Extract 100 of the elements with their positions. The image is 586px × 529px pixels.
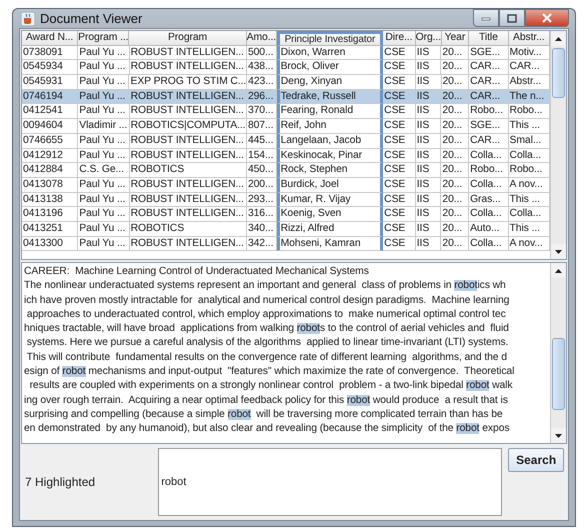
table-cell: Mohseni, Kamran (276, 236, 384, 252)
table-cell: 20... (441, 90, 470, 104)
table-cell: 20... (441, 192, 470, 208)
table-cell: Paul Yu ... (78, 236, 130, 252)
table-row[interactable]: 0545934 Paul Yu ... ROBUST INTELLIGEN... 438... Brock, Oliver CSE IIS 20... CAR... CAR... (22, 60, 550, 76)
text-line: ing over rough terrain. Acquiring a near optimal feedback policy for this robot would produce a result that is (24, 394, 509, 408)
column-header[interactable]: Award N... (22, 31, 78, 46)
table-cell: ROBUST INTELLIGEN... (130, 90, 247, 104)
table-row[interactable]: 0746194 Paul Yu ... ROBUST INTELLIGEN... 296... Tedrake, Russell CSE IIS 20... CAR... The n... (22, 90, 550, 104)
table-cell: 20... (441, 148, 470, 164)
table-cell: CSE (383, 134, 416, 148)
table-cell: CSE (383, 90, 416, 104)
table-cell: Colla... (469, 207, 509, 222)
table-cell: Koenig, Sven (276, 207, 384, 222)
table-cell: ROBUST INTELLIGEN... (130, 192, 247, 208)
column-header[interactable]: Year (442, 31, 470, 46)
table-cell: 20... (441, 236, 470, 252)
text-line: surprising and compelling (because a simple robot will be traversing more complicated terrain than has be (24, 408, 504, 422)
table-cell: ROBUST INTELLIGEN... (130, 148, 247, 164)
table-cell: Paul Yu ... (78, 148, 130, 164)
table-cell: 0412541 (22, 104, 78, 120)
table-cell: 20... (441, 119, 470, 134)
column-header[interactable]: Title (469, 31, 509, 46)
table-cell: Brock, Oliver (276, 60, 384, 76)
table-cell: 0413300 (22, 236, 78, 252)
table-cell: Kumar, R. Vijay (276, 192, 384, 208)
column-header[interactable]: Amo... (246, 31, 277, 46)
table-cell: CSE (383, 119, 416, 134)
table-cell: CSE (383, 236, 416, 252)
table-cell: Tedrake, Russell (276, 90, 384, 104)
table-cell: CSE (383, 178, 416, 193)
table-cell: IIS (416, 178, 442, 193)
table-row[interactable]: 0412884 C.S. Ge... ROBOTICS 450... Rock, Stephen CSE IIS 20... Robo... Robo... (22, 163, 550, 178)
search-button[interactable]: Search (508, 448, 564, 472)
table-cell: 296... (246, 90, 277, 104)
table-cell: ROBUST INTELLIGEN... (130, 104, 247, 120)
table-row[interactable]: 0746655 Paul Yu ... ROBUST INTELLIGEN... 445... Langelaan, Jacob CSE IIS 20... CAR... Smal... (22, 134, 550, 148)
table-cell: Paul Yu ... (78, 207, 130, 222)
table-cell: Paul Yu ... (78, 178, 130, 193)
table-cell: Dixon, Warren (276, 46, 384, 60)
table-row[interactable]: 0412912 Paul Yu ... ROBUST INTELLIGEN... 154... Keskinocak, Pinar CSE IIS 20... Colla... Colla... (22, 148, 550, 164)
table-cell: Fearing, Ronald (276, 104, 384, 120)
table-cell: 316... (246, 207, 277, 222)
table-cell: Vladimir ... (78, 119, 130, 134)
table-cell: CSE (383, 148, 416, 164)
table-cell: 340... (246, 222, 277, 237)
table-row[interactable]: 0413138 Paul Yu ... ROBUST INTELLIGEN... 293... Kumar, R. Vijay CSE IIS 20... Gras... This ... (22, 192, 550, 208)
table-cell: IIS (416, 222, 442, 237)
table-cell: ROBUST INTELLIGEN... (130, 134, 247, 148)
table-cell: CSE (383, 104, 416, 120)
table-cell: The n... (508, 90, 550, 104)
table-row[interactable]: 0412541 Paul Yu ... ROBUST INTELLIGEN... 370... Fearing, Ronald CSE IIS 20... Robo... Robo... (22, 104, 550, 120)
table-cell: Keskinocak, Pinar (276, 148, 384, 164)
table-cell: Paul Yu ... (78, 46, 130, 60)
table-cell: Paul Yu ... (78, 90, 130, 104)
table-cell: Paul Yu ... (78, 134, 130, 148)
table-cell: IIS (416, 104, 442, 120)
text-line: results are coupled with experiments on a strongly nonlinear control problem - a two-link bipedal robot walk (28, 379, 514, 394)
text-line: This will contribute fundamental results on the convergence rate of different learning algorithms, and the d (26, 350, 508, 365)
table-cell: 0746194 (22, 90, 78, 104)
table-row[interactable]: 0413196 Paul Yu ... ROBUST INTELLIGEN... 316... Koenig, Sven CSE IIS 20... Colla... Colla... (22, 207, 550, 222)
table-cell: 807... (246, 119, 277, 134)
table-row[interactable]: 0738091 Paul Yu ... ROBUST INTELLIGEN... 500... Dixon, Warren CSE IIS 20... SGE... Motiv... (22, 46, 550, 60)
table-cell: ROBUST INTELLIGEN... (130, 60, 247, 76)
table-cell: Paul Yu ... (78, 60, 130, 76)
table-cell: ROBUST INTELLIGEN... (130, 46, 247, 60)
table-cell: IIS (416, 60, 442, 76)
table-cell: 20... (441, 163, 470, 178)
text-line: approaches to underactuated control, which employ approximations to make numerical optimal control tec (26, 308, 507, 322)
table-cell: CAR... (469, 134, 509, 148)
text-line: systems. Here we pursue a careful analysis of the algorithms applied to linear time-invariant (LTI) systems. (26, 336, 510, 350)
table-cell: IIS (416, 192, 442, 208)
column-header[interactable]: Abstr... (508, 31, 550, 46)
table-cell: Colla... (469, 236, 509, 252)
search-field[interactable]: robot (158, 448, 502, 516)
table-cell: Robo... (469, 104, 509, 120)
table-cell: CSE (383, 222, 416, 237)
table-cell: Gras... (469, 192, 509, 208)
table-cell: 445... (246, 134, 277, 148)
table-cell: Paul Yu ... (78, 192, 130, 208)
text-line: The nonlinear underactuated systems represent an important and general class of problems in robotics wh (24, 279, 507, 294)
table-row[interactable]: 0413251 Paul Yu ... ROBOTICS 340... Rizzi, Alfred CSE IIS 20... Auto... This ... (22, 222, 550, 237)
table-cell: SGE... (469, 46, 509, 60)
column-header[interactable]: Principle Investigator (276, 31, 384, 46)
table-cell: Colla... (469, 148, 509, 164)
table-cell: Rock, Stephen (276, 163, 384, 178)
table-cell: CAR... (469, 90, 509, 104)
table-row[interactable]: 0413078 Paul Yu ... ROBUST INTELLIGEN... 200... Burdick, Joel CSE IIS 20... Colla... A nov... (22, 178, 550, 193)
column-header[interactable]: Program (129, 31, 247, 46)
table-cell: 342... (246, 236, 277, 252)
text-line: esign of robot mechanisms and input-output "features" which maximize the rate of convergence. Theoretical (24, 365, 516, 380)
highlight-count: 7 Highlighted (25, 475, 96, 489)
table-row[interactable]: 0094604 Vladimir ... ROBOTICS|COMPUTA... 807... Reif, John CSE IIS 20... SGE... This ... (22, 119, 550, 134)
column-header[interactable]: Program ... (78, 31, 130, 46)
column-header[interactable]: Dire... (383, 31, 416, 46)
table-cell: 0413078 (22, 178, 78, 193)
column-header[interactable]: Org... (416, 31, 442, 46)
table-cell: 0545934 (22, 60, 78, 76)
table-cell: CSE (383, 46, 416, 60)
table-row[interactable]: 0413300 Paul Yu ... ROBUST INTELLIGEN... 342... Mohseni, Kamran CSE IIS 20... Colla... A nov... (22, 236, 550, 252)
